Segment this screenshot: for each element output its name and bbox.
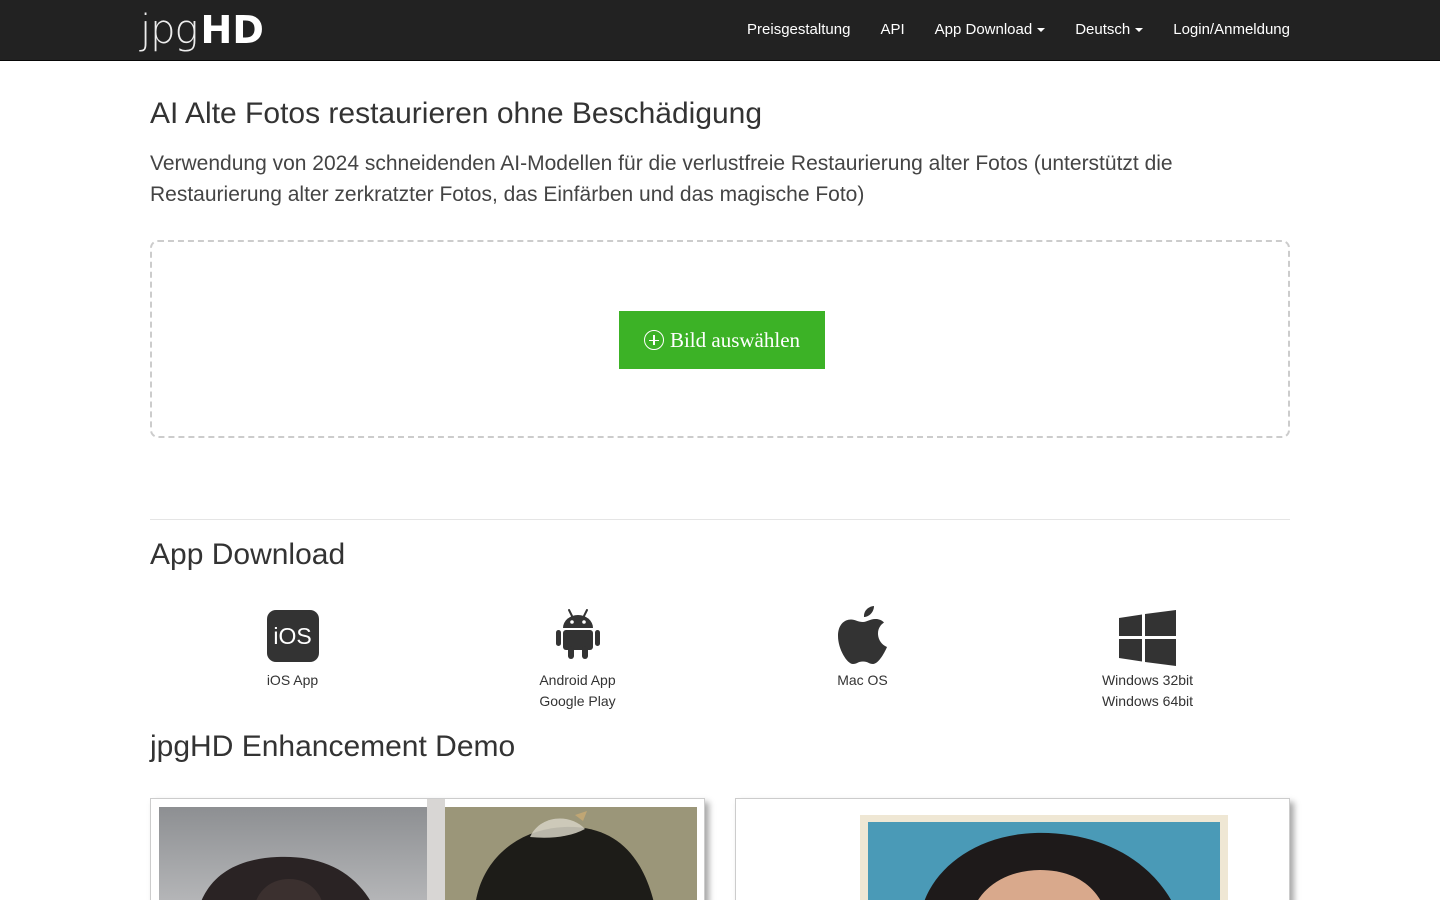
demo-photo-restored (159, 807, 427, 900)
demo-photo-colorized (860, 815, 1228, 900)
android-icon-wrapper (555, 600, 600, 668)
nav-menu: Preisgestaltung API App Download Deutsch… (732, 0, 1290, 60)
nav-item-pricing[interactable]: Preisgestaltung (732, 0, 865, 60)
caret-down-icon (1037, 28, 1046, 32)
navbar: jpg HD Preisgestaltung API App Download D… (0, 0, 1440, 61)
nav-item-app-download[interactable]: App Download (920, 0, 1061, 60)
ios-badge-text: iOS (273, 622, 312, 649)
app-windows[interactable]: Windows 32bit Windows 64bit (1005, 600, 1290, 712)
demo-title: jpgHD Enhancement Demo (150, 730, 516, 763)
nav-item-language[interactable]: Deutsch (1060, 0, 1158, 60)
nav-item-label: Login/Anmeldung (1173, 21, 1290, 38)
demo-card-restore[interactable] (150, 798, 705, 900)
nav-item-login[interactable]: Login/Anmeldung (1158, 0, 1290, 60)
apple-icon (837, 606, 887, 664)
app-link-mac[interactable]: Mac OS (837, 670, 888, 691)
app-download-title: App Download (150, 538, 346, 571)
select-image-label: Bild auswählen (669, 327, 801, 352)
windows-icon (1119, 610, 1176, 666)
app-ios[interactable]: iOS iOS App (150, 600, 435, 712)
app-label: Mac OS (837, 670, 888, 691)
ios-icon: iOS (266, 610, 319, 662)
brand-logo-bold: HD (200, 8, 264, 52)
app-link-ios[interactable]: iOS App (267, 670, 318, 691)
app-label: Windows 32bit Windows 64bit (1102, 670, 1193, 712)
demo-photo-original (445, 807, 697, 900)
android-icon (555, 609, 600, 659)
app-link-windows-64[interactable]: Windows 64bit (1102, 691, 1193, 712)
ios-icon-wrapper: iOS (266, 600, 319, 668)
windows-icon-wrapper (1119, 600, 1176, 668)
nav-item-label: Preisgestaltung (747, 21, 851, 38)
app-mac[interactable]: Mac OS (720, 600, 1005, 712)
app-android[interactable]: Android App Google Play (435, 600, 720, 712)
app-download-list: iOS iOS App Android App Google Play Mac … (150, 600, 1290, 712)
nav-item-label: API (880, 21, 905, 38)
app-label: iOS App (267, 670, 318, 691)
page-subtitle: Verwendung von 2024 schneidenden AI-Mode… (150, 152, 1173, 206)
plus-circle-icon (643, 330, 664, 350)
caret-down-icon (1135, 28, 1144, 32)
demo-photo-divider (427, 799, 445, 900)
nav-item-label: App Download (934, 21, 1033, 38)
nav-item-api[interactable]: API (865, 0, 919, 60)
demo-card-colorize[interactable] (735, 798, 1290, 900)
nav-item-label: Deutsch (1075, 21, 1131, 38)
upload-dropzone[interactable]: Bild auswählen (150, 240, 1290, 438)
app-link-google-play[interactable]: Google Play (539, 691, 615, 712)
section-divider (150, 519, 1290, 520)
page-title: AI Alte Fotos restaurieren ohne Beschädi… (150, 97, 763, 130)
select-image-button[interactable]: Bild auswählen (619, 311, 825, 369)
app-label: Android App Google Play (539, 670, 615, 712)
brand-logo[interactable]: jpg HD (140, 4, 264, 50)
brand-logo-light: jpg (140, 7, 199, 53)
app-link-windows-32[interactable]: Windows 32bit (1102, 670, 1193, 691)
app-link-android[interactable]: Android App (539, 670, 615, 691)
apple-icon-wrapper (837, 600, 888, 668)
